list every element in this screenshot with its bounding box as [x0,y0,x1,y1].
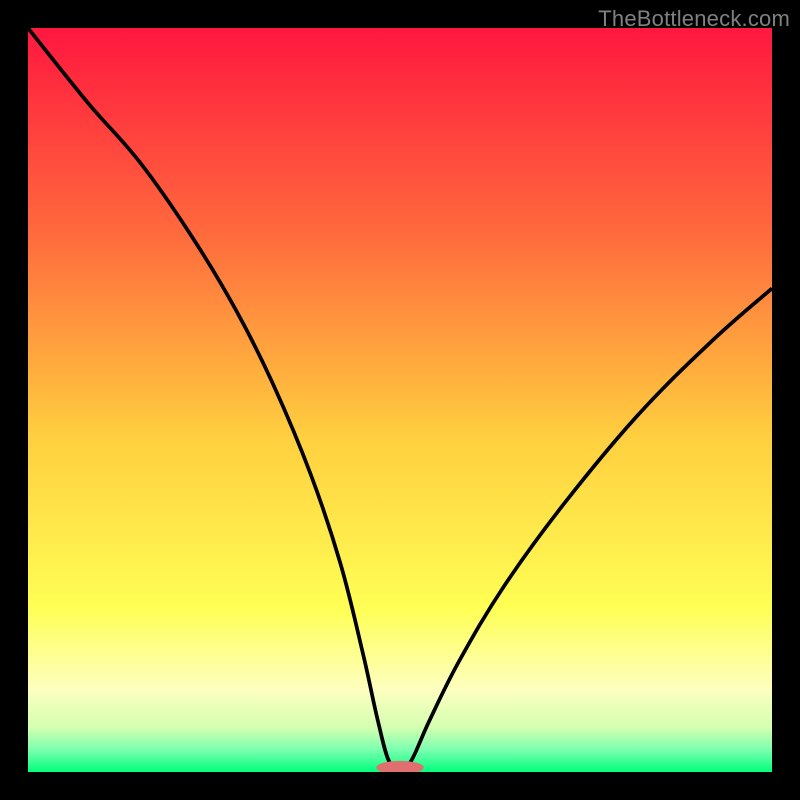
bottleneck-chart [28,28,772,772]
plot-area [28,28,772,772]
watermark-text: TheBottleneck.com [598,6,790,32]
gradient-background [28,28,772,772]
chart-container: TheBottleneck.com [0,0,800,800]
